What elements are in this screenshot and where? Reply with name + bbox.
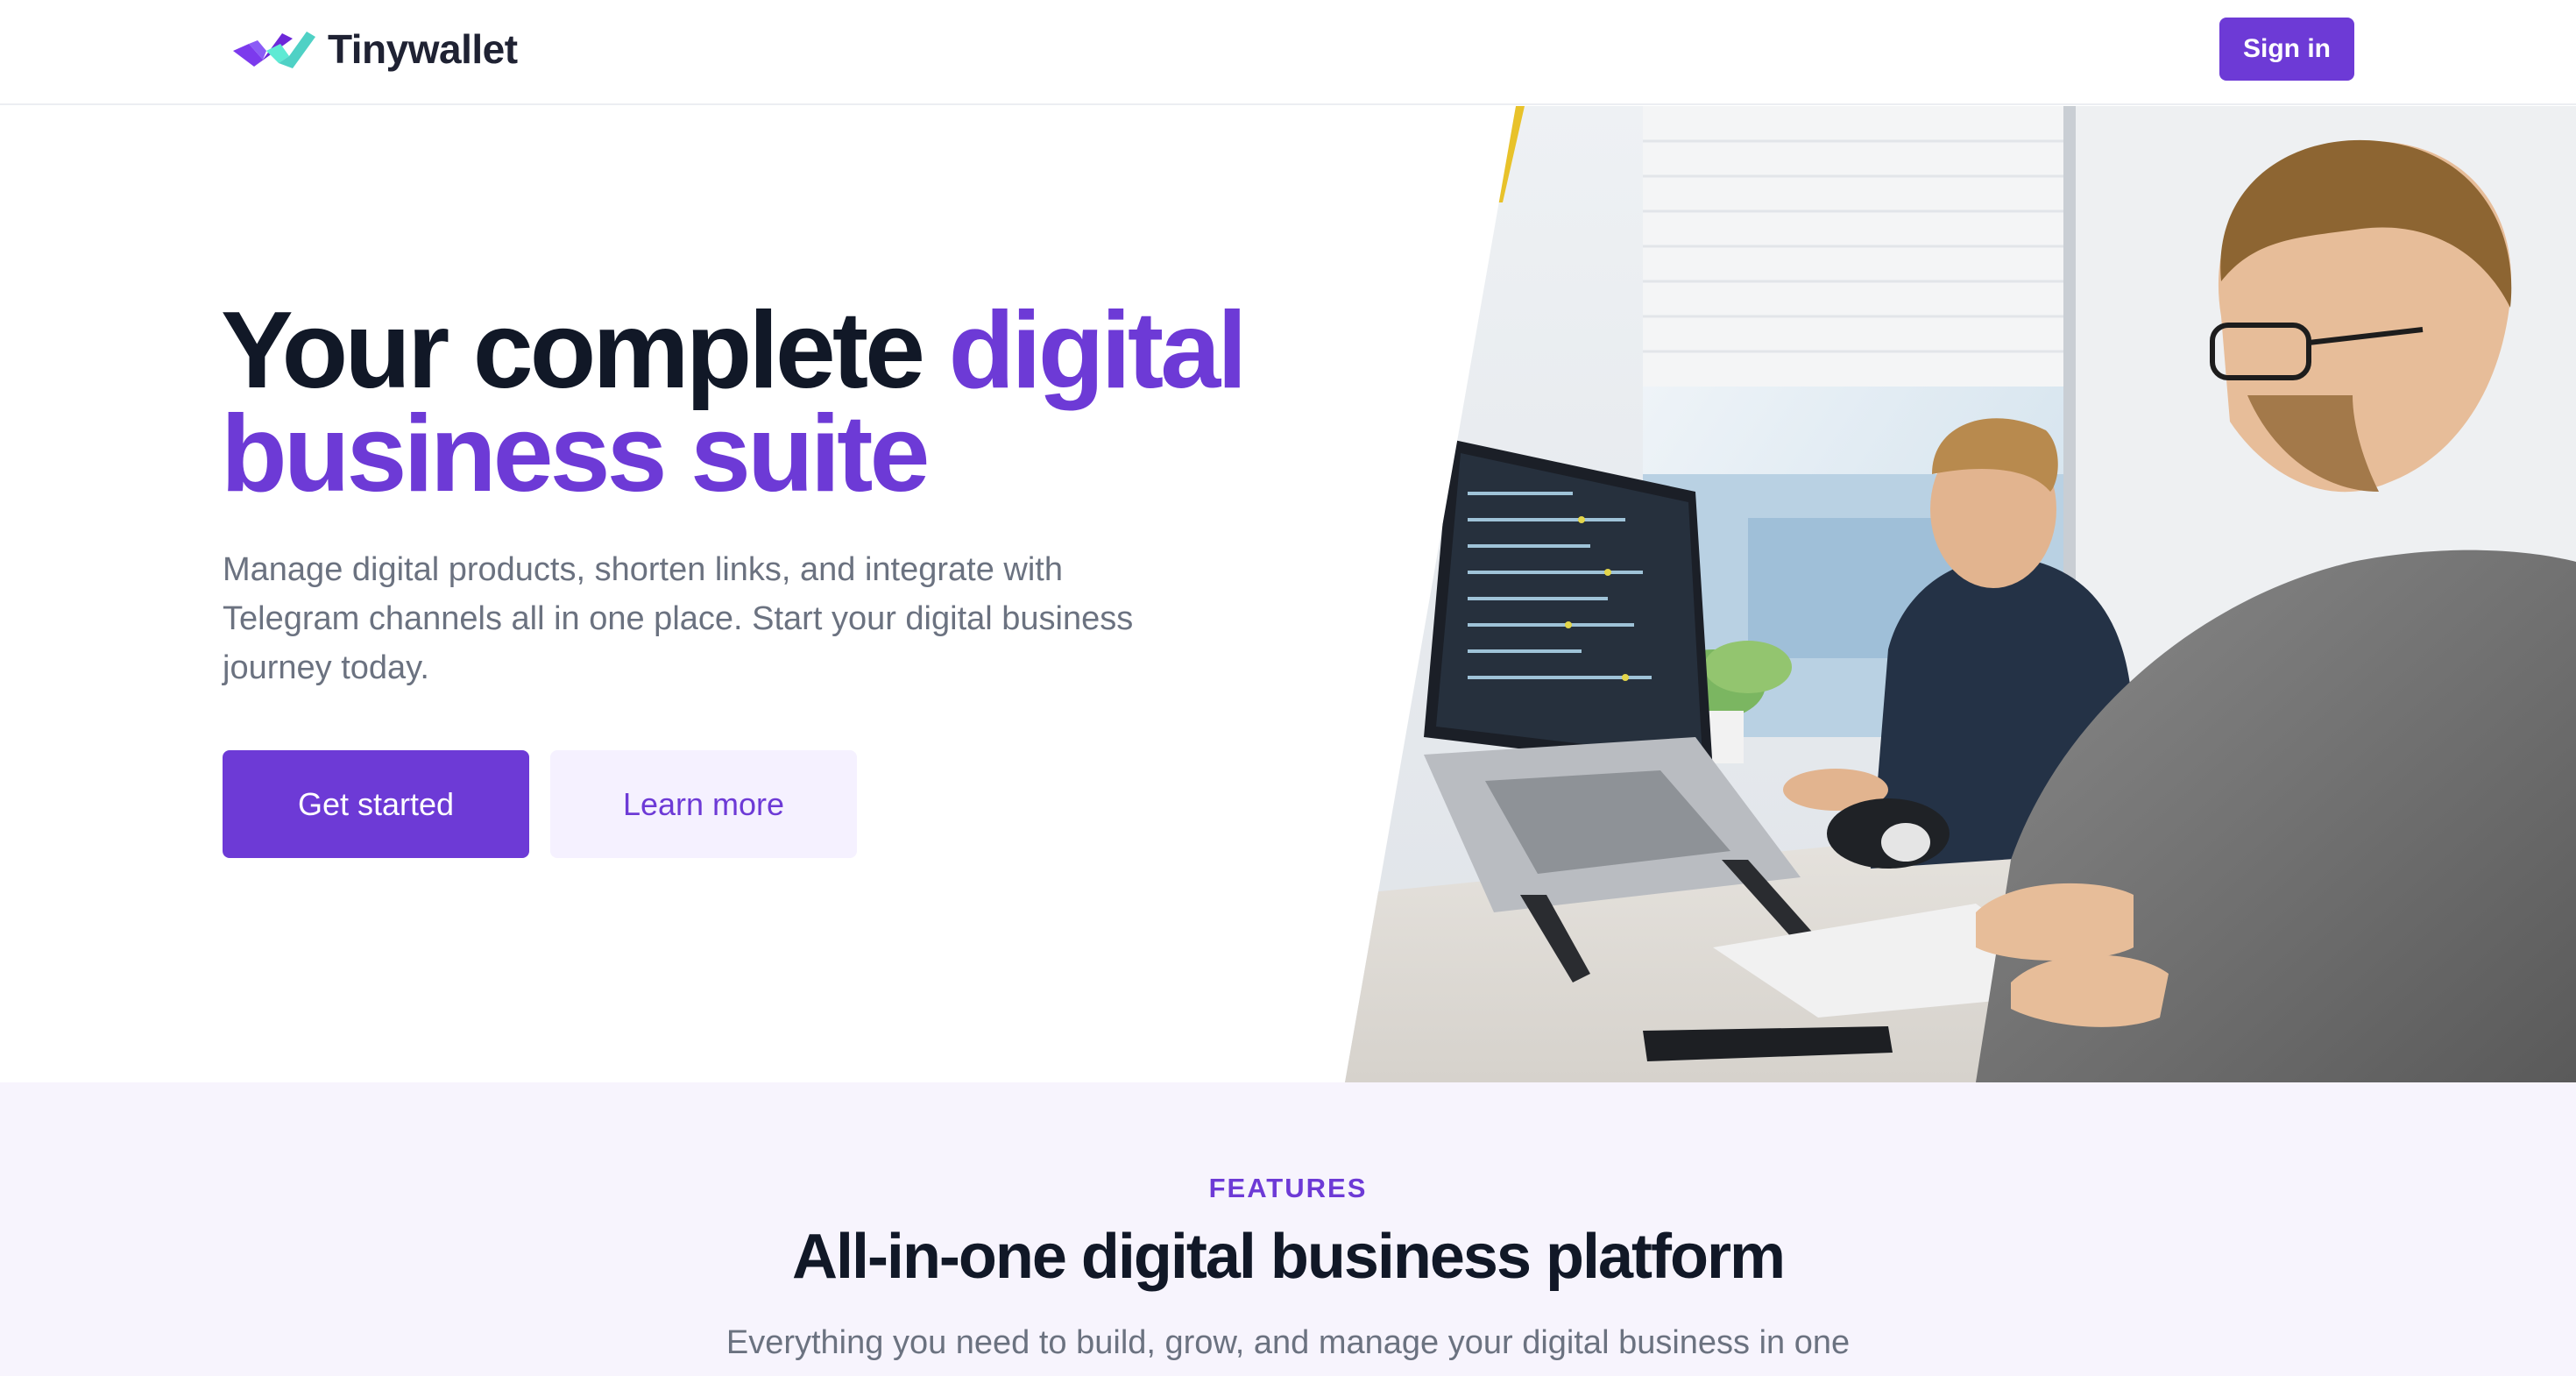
hero-title: Your complete digital business suite — [221, 296, 1360, 508]
tinywallet-logo-icon — [233, 32, 315, 68]
brand-logo[interactable]: Tinywallet — [231, 25, 518, 74]
learn-more-button[interactable]: Learn more — [550, 750, 857, 858]
features-section: FEATURES All-in-one digital business pla… — [0, 1082, 2576, 1376]
get-started-button[interactable]: Get started — [223, 750, 529, 858]
features-eyebrow: FEATURES — [1208, 1173, 1368, 1203]
hero-section: Your complete digital business suite Man… — [0, 106, 2576, 1082]
hero-photo — [1345, 106, 2576, 1082]
sign-in-button[interactable]: Sign in — [2219, 18, 2354, 81]
site-header: Tinywallet Sign in — [0, 0, 2576, 105]
features-title: All-in-one digital business platform — [791, 1222, 1786, 1292]
brand-name: Tinywallet — [328, 26, 518, 72]
hero-description: Manage digital products, shorten links, … — [223, 551, 1134, 686]
features-subtitle: Everything you need to build, grow, and … — [725, 1324, 1851, 1361]
